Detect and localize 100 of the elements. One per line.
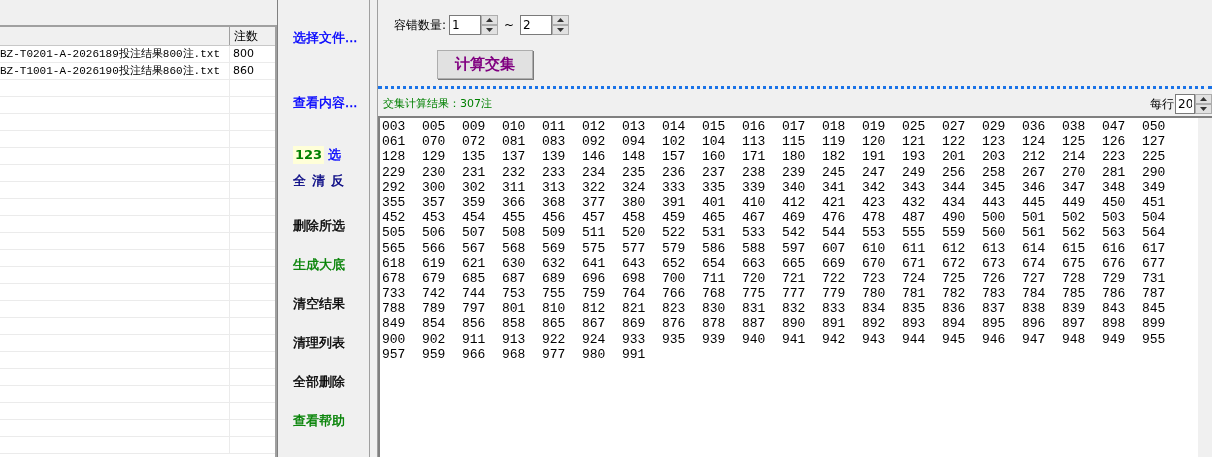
result-number: 458 (622, 210, 647, 226)
result-number: 849 (382, 316, 407, 332)
scrollbar[interactable] (1198, 118, 1212, 457)
result-number: 459 (662, 210, 687, 226)
result-number: 865 (542, 316, 567, 332)
result-number: 671 (902, 255, 927, 271)
result-number: 511 (582, 225, 607, 241)
result-number: 010 (502, 119, 527, 135)
result-number: 834 (862, 301, 887, 317)
spin-up-button[interactable] (481, 15, 499, 25)
spin-up-button[interactable] (552, 15, 570, 25)
action-link[interactable]: 清 (312, 172, 325, 190)
action-link[interactable]: 删除所选 (293, 216, 345, 235)
result-number: 812 (582, 301, 607, 317)
result-number: 566 (422, 240, 447, 256)
result-number: 290 (1142, 164, 1167, 180)
spin-down-button[interactable] (481, 25, 499, 35)
action-link[interactable]: 清理列表 (293, 333, 345, 352)
result-number: 673 (982, 255, 1007, 271)
result-number: 450 (1102, 194, 1127, 211)
result-number: 292 (382, 179, 407, 195)
result-number: 821 (622, 301, 647, 317)
result-number: 753 (502, 286, 527, 302)
action-link[interactable]: 查看内容... (293, 93, 358, 112)
result-number: 348 (1102, 179, 1127, 195)
result-number: 562 (1062, 225, 1087, 241)
action-link[interactable]: 清空结果 (293, 294, 345, 313)
result-number: 939 (702, 331, 727, 347)
action-link[interactable]: 选 (328, 146, 342, 164)
result-number: 340 (782, 179, 807, 195)
result-number: 009 (462, 119, 487, 135)
action-link[interactable]: 全 (293, 172, 306, 190)
result-number: 344 (942, 179, 967, 195)
result-number: 568 (502, 240, 527, 256)
result-number: 899 (1142, 316, 1167, 332)
result-number: 237 (702, 164, 727, 180)
per-row-field[interactable]: 20 (1175, 94, 1195, 114)
down-arrow-icon (1200, 107, 1207, 111)
result-number: 012 (582, 119, 607, 135)
result-number: 508 (502, 225, 527, 241)
result-number: 016 (742, 119, 767, 135)
spin-down-button[interactable] (552, 25, 570, 35)
result-number: 522 (662, 225, 687, 241)
result-number: 451 (1142, 194, 1167, 211)
result-number: 678 (382, 270, 407, 287)
result-number: 229 (382, 164, 407, 180)
result-number: 345 (982, 179, 1007, 195)
tolerance-max-field[interactable]: 2 (520, 15, 553, 35)
column-header[interactable]: 注数 (230, 27, 272, 45)
result-number: 725 (942, 270, 967, 287)
result-number: 014 (662, 119, 687, 135)
result-number: 478 (862, 210, 887, 226)
result-number: 957 (382, 346, 407, 362)
result-number: 892 (862, 316, 887, 332)
action-link[interactable]: 全部删除 (293, 372, 345, 391)
result-number: 991 (622, 346, 647, 362)
result-number: 887 (742, 316, 767, 332)
result-number: 891 (822, 316, 847, 332)
spin-down-button[interactable] (1195, 104, 1212, 114)
result-number: 933 (622, 331, 647, 347)
result-number: 561 (1022, 225, 1047, 241)
result-number: 490 (942, 210, 967, 226)
tolerance-min-field[interactable]: 1 (449, 15, 482, 35)
result-number: 837 (982, 301, 1007, 317)
result-number: 129 (422, 149, 447, 165)
result-number: 225 (1142, 149, 1167, 165)
result-number: 784 (1022, 286, 1047, 302)
result-number: 788 (382, 301, 407, 317)
action-link[interactable]: 查看帮助 (293, 411, 345, 430)
result-number: 775 (742, 286, 767, 302)
result-number: 553 (862, 225, 887, 241)
result-number: 531 (702, 225, 727, 241)
result-number: 501 (1022, 210, 1047, 226)
result-number: 764 (622, 286, 647, 302)
result-text-area[interactable] (378, 116, 1212, 457)
result-number: 256 (942, 164, 967, 180)
result-number: 836 (942, 301, 967, 317)
compute-button[interactable]: 计算交集 (437, 50, 533, 79)
result-number: 126 (1102, 134, 1127, 150)
result-summary: 交集计算结果：307注 (383, 95, 492, 112)
result-number: 588 (742, 240, 767, 256)
result-number: 679 (422, 270, 447, 287)
result-number: 231 (462, 164, 487, 180)
action-link[interactable]: 生成大底 (293, 255, 345, 274)
result-number: 726 (982, 270, 1007, 287)
per-row-label: 每行 (1150, 96, 1174, 113)
result-number: 869 (622, 316, 647, 332)
result-number: 700 (662, 270, 687, 287)
result-number: 823 (662, 301, 687, 317)
result-number: 564 (1142, 225, 1167, 241)
result-number: 019 (862, 119, 887, 135)
spin-up-button[interactable] (1195, 94, 1212, 104)
result-number: 615 (1062, 240, 1087, 256)
result-number: 890 (782, 316, 807, 332)
action-link[interactable]: 选择文件... (293, 28, 358, 47)
action-link[interactable]: 反 (331, 172, 344, 190)
result-number: 412 (782, 194, 807, 211)
table-cell: BZ-T1001-A-2026190投注结果860注.txt (0, 63, 230, 79)
result-number: 102 (662, 134, 687, 150)
result-number: 469 (782, 210, 807, 226)
